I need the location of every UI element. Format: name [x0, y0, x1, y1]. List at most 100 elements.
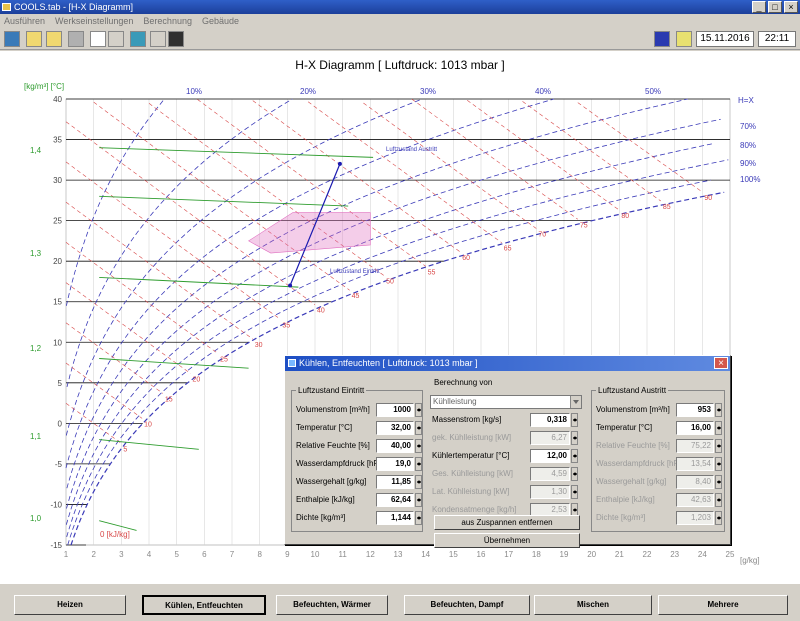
x-tick-label: 2	[91, 550, 96, 559]
enthalpy-line	[93, 101, 350, 291]
spin-arrows-icon[interactable]	[415, 439, 422, 453]
calc-mode-select[interactable]: Kühlleistung	[430, 395, 582, 409]
menu-item-berechnung[interactable]: Berechnung	[143, 14, 192, 28]
toolbar: 15.11.2016 22:11	[0, 28, 800, 50]
entry-point[interactable]	[337, 161, 342, 166]
spin-arrows-icon[interactable]	[415, 457, 422, 471]
exit-value-field: 8,40	[676, 475, 714, 489]
save-file-icon[interactable]	[46, 31, 62, 47]
mehrere-button[interactable]: Mehrere	[658, 595, 788, 615]
calc-label: Ges. Kühlleistung [kW]	[432, 469, 513, 478]
spin-arrows-icon	[571, 485, 578, 499]
menu-item-werkseinstellungen[interactable]: Werkseinstellungen	[55, 14, 133, 28]
density-label-1-0: 1,0	[30, 514, 42, 523]
maximize-icon[interactable]: □	[768, 1, 782, 13]
exit-label: Volumenstrom [m³/h]	[596, 405, 670, 414]
group-entry: Luftzustand Eintritt Volumenstrom [m³/h]…	[291, 386, 423, 532]
check-icon[interactable]	[90, 31, 106, 47]
spin-arrows-icon[interactable]	[415, 475, 422, 489]
spin-arrows-icon[interactable]	[415, 511, 422, 525]
chart-title: H-X Diagramm [ Luftdruck: 1013 mbar ]	[295, 58, 504, 72]
entry-value-field[interactable]: 11,85	[376, 475, 414, 489]
exit-value-field[interactable]: 953	[676, 403, 714, 417]
group-exit-legend: Luftzustand Austritt	[598, 386, 667, 395]
spin-arrows-icon	[715, 457, 722, 471]
menu-item-gebaeude[interactable]: Gebäude	[202, 14, 239, 28]
rh-label-30: 30%	[420, 87, 436, 96]
entry-value-field[interactable]: 62,64	[376, 493, 414, 507]
enthalpy-label: 85	[663, 204, 671, 211]
help-icon[interactable]	[676, 31, 692, 47]
y-tick-label: 35	[53, 136, 62, 145]
x-tick-label: 5	[174, 550, 179, 559]
entry-row: Wasserdampfdruck [hPa] 19,0	[292, 457, 422, 472]
comfort-zone	[248, 212, 371, 254]
calc-value-field: 6,27	[530, 431, 570, 445]
density-label-1-4: 1,4	[30, 146, 42, 155]
x-tick-label: 7	[230, 550, 235, 559]
exit-label: Relative Feuchte [%]	[596, 441, 670, 450]
undo-icon[interactable]	[108, 31, 124, 47]
enthalpy-axis-label: 0 [kJ/kg]	[100, 530, 130, 539]
y-tick-label: 5	[58, 379, 63, 388]
y-tick-label: 40	[53, 95, 62, 104]
print-icon[interactable]	[68, 31, 84, 47]
date-display: 15.11.2016	[696, 31, 754, 47]
spin-arrows-icon	[715, 511, 722, 525]
cooling-dialog: Kühlen, Entfeuchten [ Luftdruck: 1013 mb…	[284, 355, 731, 548]
spin-arrows-icon[interactable]	[415, 421, 422, 435]
chevron-down-icon[interactable]	[570, 396, 581, 408]
exit-point[interactable]	[288, 283, 293, 288]
entry-label: Temperatur [°C]	[296, 423, 353, 432]
exit-value-field[interactable]: 16,00	[676, 421, 714, 435]
befeuchten-dampf-button[interactable]: Befeuchten, Dampf	[404, 595, 530, 615]
spin-arrows-icon[interactable]	[571, 449, 578, 463]
process-button-bar: Heizen Kühlen, Entfeuchten Befeuchten, W…	[0, 583, 800, 621]
menu-item-ausfuehren[interactable]: Ausführen	[4, 14, 45, 28]
density-label-1-3: 1,3	[30, 249, 42, 258]
aus-zuspannen-button[interactable]: aus Zuspannen entfernen	[434, 515, 580, 530]
x-tick-label: 3	[119, 550, 124, 559]
mischen-button[interactable]: Mischen	[534, 595, 652, 615]
befeuchten-waermer-button[interactable]: Befeuchten, Wärmer	[276, 595, 388, 615]
dialog-close-icon[interactable]: ×	[714, 357, 728, 369]
entry-label: Enthalpie [kJ/kg]	[296, 495, 355, 504]
close-icon[interactable]: ×	[784, 1, 798, 13]
enthalpy-label: 20	[193, 377, 201, 384]
spin-arrows-icon[interactable]	[415, 403, 422, 417]
chart-icon[interactable]	[130, 31, 146, 47]
enthalpy-label: 45	[352, 293, 360, 300]
spin-arrows-icon[interactable]	[715, 403, 722, 417]
x-tick-label: 9	[285, 550, 290, 559]
kuehlen-entfeuchten-button[interactable]: Kühlen, Entfeuchten	[142, 595, 266, 615]
entry-value-field[interactable]: 32,00	[376, 421, 414, 435]
heizen-button[interactable]: Heizen	[14, 595, 126, 615]
spin-arrows-icon	[715, 475, 722, 489]
rh-label-70: 70%	[740, 122, 756, 131]
entry-value-field[interactable]: 1,144	[376, 511, 414, 525]
calc-value-field: 4,59	[530, 467, 570, 481]
entry-value-field[interactable]: 40,00	[376, 439, 414, 453]
exit-icon[interactable]	[4, 31, 20, 47]
window-controls: _ □ ×	[752, 1, 798, 13]
rh-label-20: 20%	[300, 87, 316, 96]
zoom-icon[interactable]	[150, 31, 166, 47]
info-icon[interactable]	[654, 31, 670, 47]
calc-value-field[interactable]: 12,00	[530, 449, 570, 463]
minimize-icon[interactable]: _	[752, 1, 766, 13]
spin-arrows-icon[interactable]	[715, 421, 722, 435]
entry-row: Wassergehalt [g/kg] 11,85	[292, 475, 422, 490]
stop-icon[interactable]	[168, 31, 184, 47]
spin-arrows-icon[interactable]	[415, 493, 422, 507]
x-tick-label: 25	[726, 550, 735, 559]
rh-label-10: 10%	[186, 87, 202, 96]
spin-arrows-icon[interactable]	[571, 413, 578, 427]
entry-value-field[interactable]: 19,0	[376, 457, 414, 471]
group-exit: Luftzustand Austritt Volumenstrom [m³/h]…	[591, 386, 725, 532]
open-file-icon[interactable]	[26, 31, 42, 47]
entry-value-field[interactable]: 1000	[376, 403, 414, 417]
exit-row: Enthalpie [kJ/kg] 42,63	[592, 493, 724, 508]
uebernehmen-button[interactable]: Übernehmen	[434, 533, 580, 548]
calc-value-field[interactable]: 0,318	[530, 413, 570, 427]
enthalpy-label: 15	[165, 396, 173, 403]
